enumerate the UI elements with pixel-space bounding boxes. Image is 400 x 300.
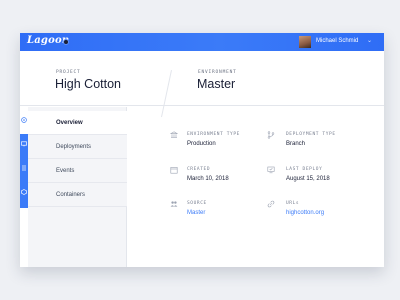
created-label: CREATED	[187, 167, 211, 172]
monitor-icon[interactable]	[20, 141, 28, 150]
deployment-type-value: Branch	[286, 141, 306, 147]
project-label: PROJECT	[56, 70, 81, 75]
environment-type-label: ENVIRONMENT TYPE	[187, 132, 240, 137]
logo-dot-icon	[63, 39, 69, 45]
last-deploy-label: LAST DEPLOY	[286, 167, 323, 172]
sidebar-item-containers[interactable]: Containers	[28, 183, 127, 207]
last-deploy-value: August 15, 2018	[286, 176, 330, 182]
list-icon[interactable]	[20, 165, 28, 174]
environment-label: ENVIRONMENT	[198, 70, 237, 75]
app-window: Lagoon Michael Schmid ⌄ PROJECT High Cot…	[20, 33, 384, 267]
sidebar-item-overview[interactable]: Overview	[28, 111, 127, 135]
deploy-monitor-icon	[267, 166, 275, 174]
chevron-down-icon[interactable]: ⌄	[367, 37, 372, 44]
sidebar-item-deployments[interactable]: Deployments	[28, 135, 127, 159]
sidebar-item-events[interactable]: Events	[28, 159, 127, 183]
bank-icon	[170, 131, 178, 138]
users-icon	[170, 201, 178, 207]
source-link[interactable]: Master	[187, 210, 205, 216]
user-name[interactable]: Michael Schmid	[316, 38, 358, 44]
deployment-type-label: DEPLOYMENT TYPE	[286, 132, 336, 137]
created-value: March 10, 2018	[187, 176, 229, 182]
link-icon	[267, 200, 275, 208]
calendar-icon	[170, 167, 178, 174]
avatar[interactable]	[299, 36, 311, 48]
project-name: High Cotton	[55, 77, 122, 91]
top-bar: Lagoon Michael Schmid ⌄	[20, 33, 384, 51]
source-label: SOURCE	[187, 201, 207, 206]
url-link[interactable]: highcotton.org	[286, 210, 324, 216]
cubes-icon[interactable]	[20, 189, 28, 198]
branch-icon	[267, 131, 275, 139]
urls-label: URLs	[286, 201, 300, 206]
header-divider	[161, 70, 172, 118]
info-icon[interactable]	[20, 117, 28, 126]
environment-type-value: Production	[187, 141, 216, 147]
page-header: PROJECT High Cotton ENVIRONMENT Master	[20, 51, 384, 118]
environment-name: Master	[197, 77, 236, 91]
